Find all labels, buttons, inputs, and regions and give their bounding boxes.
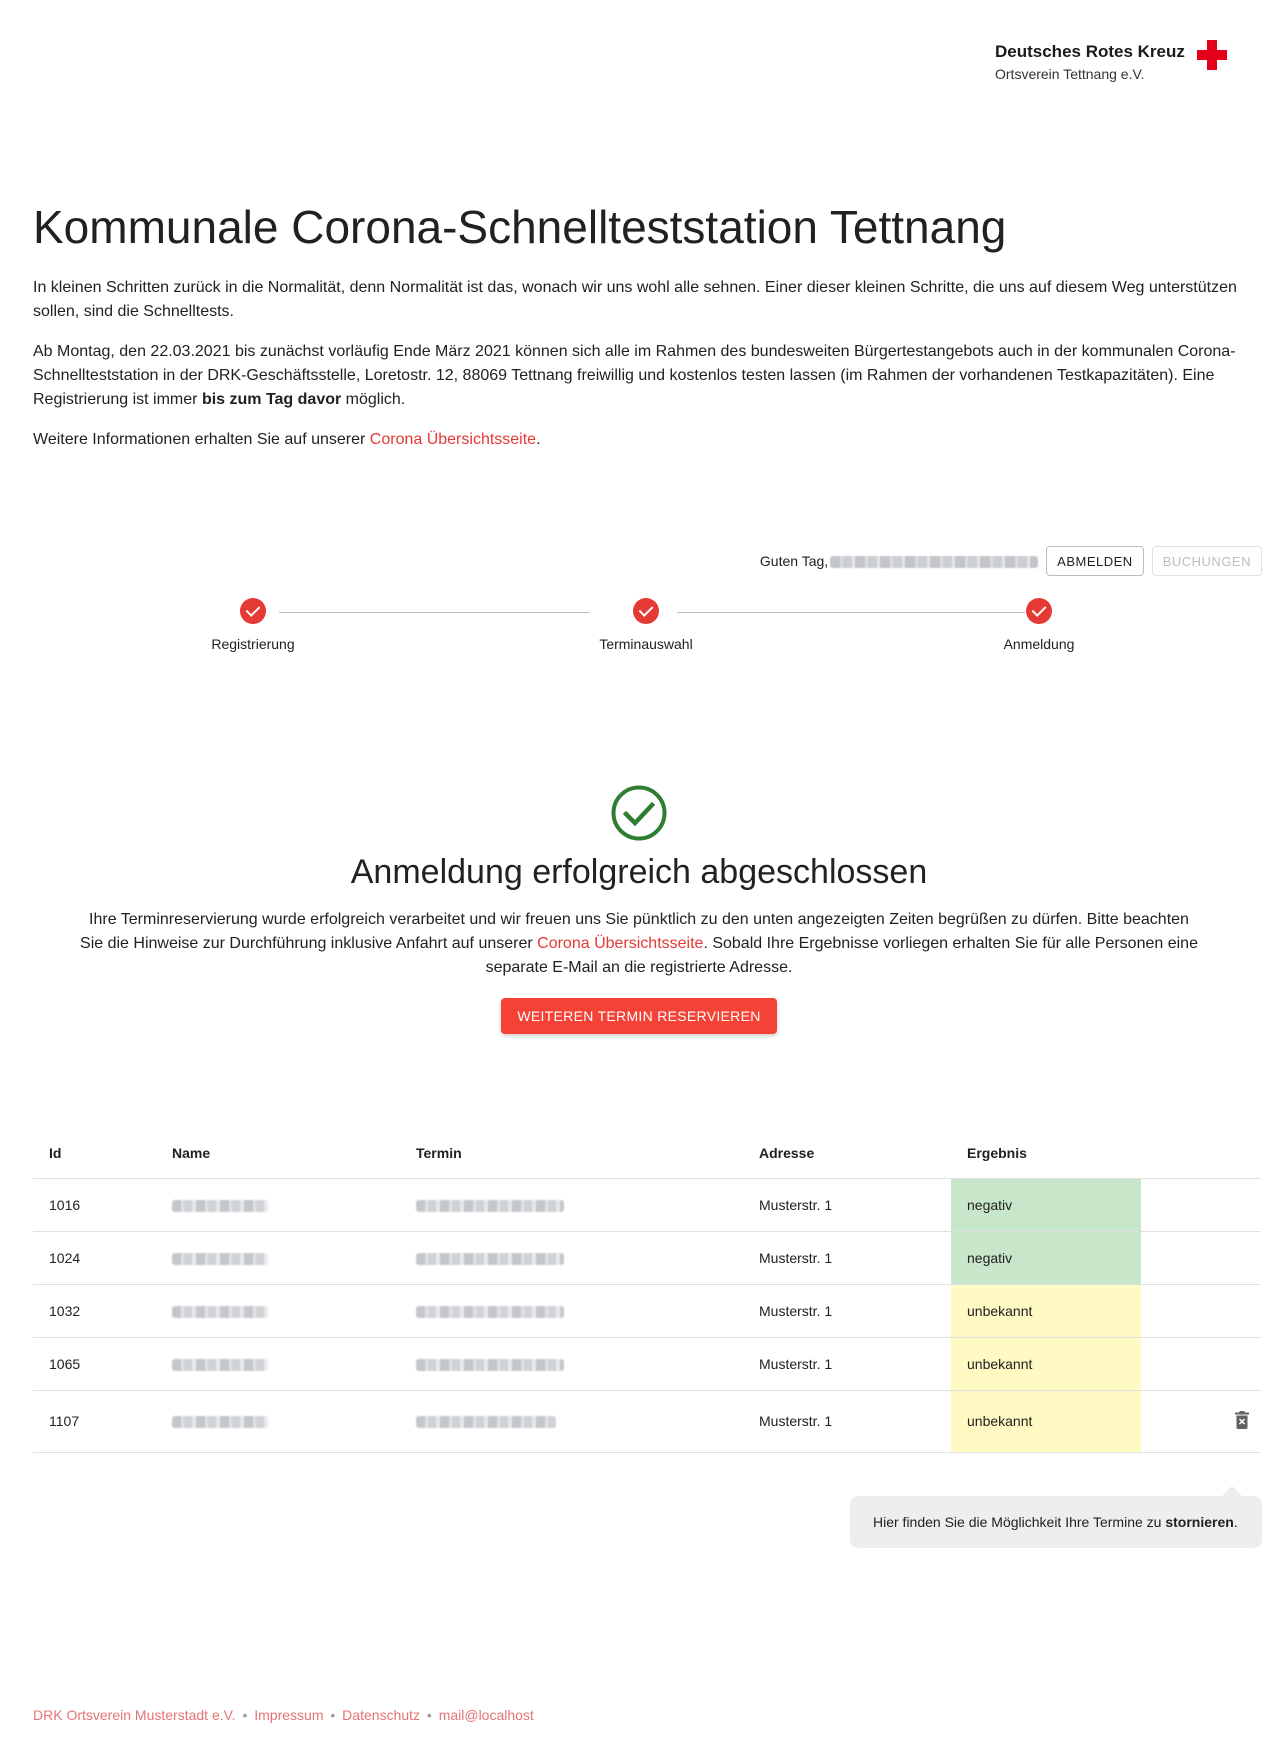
cell-termin (400, 1231, 743, 1285)
page-title: Kommunale Corona-Schnellteststation Tett… (33, 201, 1007, 253)
table-row: 1016 Musterstr. 1 negativ (33, 1178, 1261, 1232)
termin-redacted (416, 1305, 564, 1318)
progress-stepper: Registrierung Terminauswahl Anmeldung (0, 598, 1278, 668)
cell-ergebnis: unbekannt (951, 1390, 1141, 1453)
step-label: Registrierung (211, 636, 295, 652)
intro-paragraph-1: In kleinen Schritten zurück in die Norma… (33, 279, 1237, 320)
check-icon (633, 598, 659, 624)
check-icon (1026, 598, 1052, 624)
intro-paragraph-2: Ab Montag, den 22.03.2021 bis zunächst v… (33, 343, 1236, 408)
cell-adresse: Musterstr. 1 (743, 1337, 951, 1391)
footer-org-link[interactable]: DRK Ortsverein Musterstadt e.V. (33, 1707, 236, 1723)
step-registrierung: Registrierung (153, 598, 353, 652)
intro-paragraph-3: Weitere Informationen erhalten Sie auf u… (33, 431, 541, 448)
name-redacted (172, 1252, 268, 1265)
column-header-termin[interactable]: Termin (400, 1128, 743, 1179)
termin-redacted (416, 1358, 564, 1371)
cell-termin (400, 1178, 743, 1232)
name-redacted (172, 1199, 268, 1212)
column-header-ergebnis[interactable]: Ergebnis (951, 1128, 1141, 1179)
cell-termin (400, 1337, 743, 1391)
column-header-adresse[interactable]: Adresse (743, 1128, 951, 1179)
reserve-another-appointment-button[interactable]: WEITEREN TERMIN RESERVIEREN (501, 998, 777, 1034)
step-label: Anmeldung (1003, 636, 1075, 652)
corona-overview-link[interactable]: Corona Übersichtsseite (537, 935, 703, 952)
cell-ergebnis: unbekannt (951, 1284, 1141, 1338)
table-header-row: Id Name Termin Adresse Ergebnis (33, 1128, 1261, 1179)
cell-name (156, 1284, 400, 1338)
footer-datenschutz-link[interactable]: Datenschutz (342, 1707, 420, 1723)
cell-actions (1141, 1337, 1261, 1391)
cell-name (156, 1337, 400, 1391)
cell-name (156, 1178, 400, 1232)
success-section: Anmeldung erfolgreich abgeschlossen Ihre… (0, 785, 1278, 1034)
logo-title: Deutsches Rotes Kreuz (995, 42, 1185, 61)
cell-id: 1016 (33, 1178, 156, 1232)
termin-redacted (416, 1252, 564, 1265)
table-row: 1065 Musterstr. 1 unbekannt (33, 1337, 1261, 1391)
bookings-button[interactable]: BUCHUNGEN (1151, 546, 1262, 576)
column-header-actions (1141, 1128, 1261, 1179)
success-check-circle-icon (611, 785, 667, 841)
name-redacted (172, 1305, 268, 1318)
column-header-name[interactable]: Name (156, 1128, 400, 1179)
check-icon (240, 598, 266, 624)
table-row: 1024 Musterstr. 1 negativ (33, 1231, 1261, 1285)
intro-text: In kleinen Schritten zurück in die Norma… (33, 276, 1253, 468)
cell-actions (1141, 1231, 1261, 1285)
cell-id: 1024 (33, 1231, 156, 1285)
cell-ergebnis: negativ (951, 1178, 1141, 1232)
user-bar: Guten Tag, ABMELDEN BUCHUNGEN (760, 546, 1262, 576)
footer: DRK Ortsverein Musterstadt e.V. • Impres… (33, 1707, 534, 1723)
cell-id: 1065 (33, 1337, 156, 1391)
corona-overview-link[interactable]: Corona Übersichtsseite (370, 431, 536, 448)
appointments-table: Id Name Termin Adresse Ergebnis 1016 Mus… (33, 1128, 1261, 1453)
cell-adresse: Musterstr. 1 (743, 1178, 951, 1232)
termin-redacted (416, 1416, 556, 1429)
tooltip-emphasis: stornieren (1165, 1514, 1234, 1530)
cell-adresse: Musterstr. 1 (743, 1284, 951, 1338)
cell-id: 1032 (33, 1284, 156, 1338)
logout-button[interactable]: ABMELDEN (1046, 546, 1144, 576)
cell-actions (1141, 1178, 1261, 1232)
success-title: Anmeldung erfolgreich abgeschlossen (350, 853, 928, 891)
cell-id: 1107 (33, 1390, 156, 1453)
cell-name (156, 1231, 400, 1285)
cell-actions (1141, 1284, 1261, 1338)
cell-adresse: Musterstr. 1 (743, 1231, 951, 1285)
registration-deadline: bis zum Tag davor (201, 391, 342, 408)
name-redacted (172, 1358, 268, 1371)
footer-separator: • (426, 1707, 432, 1723)
step-terminauswahl: Terminauswahl (546, 598, 746, 652)
table-row: 1107 Musterstr. 1 unbekannt (33, 1390, 1261, 1453)
cell-termin (400, 1390, 743, 1453)
red-cross-icon (1197, 40, 1227, 70)
column-header-id[interactable]: Id (33, 1128, 156, 1179)
cancel-hint-tooltip: Hier finden Sie die Möglichkeit Ihre Ter… (850, 1486, 1262, 1548)
cell-adresse: Musterstr. 1 (743, 1390, 951, 1453)
cell-ergebnis: unbekannt (951, 1337, 1141, 1391)
cell-name (156, 1390, 400, 1453)
table-row: 1032 Musterstr. 1 unbekannt (33, 1284, 1261, 1338)
footer-impressum-link[interactable]: Impressum (254, 1707, 323, 1723)
footer-separator: • (330, 1707, 336, 1723)
cell-actions (1141, 1390, 1261, 1453)
step-label: Terminauswahl (599, 636, 693, 652)
drk-logo[interactable]: Deutsches Rotes Kreuz Ortsverein Tettnan… (995, 40, 1235, 90)
name-redacted (172, 1416, 268, 1429)
footer-separator: • (242, 1707, 248, 1723)
termin-redacted (416, 1199, 564, 1212)
footer-mail-link[interactable]: mail@localhost (439, 1707, 534, 1723)
cell-ergebnis: negativ (951, 1231, 1141, 1285)
step-anmeldung: Anmeldung (939, 598, 1139, 652)
success-text: Ihre Terminreservierung wurde erfolgreic… (80, 911, 1198, 976)
cell-termin (400, 1284, 743, 1338)
delete-appointment-icon[interactable] (1235, 1410, 1249, 1429)
user-email-redacted (830, 556, 1039, 569)
greeting: Guten Tag, (760, 553, 1039, 569)
logo-subtitle: Ortsverein Tettnang e.V. (995, 66, 1145, 82)
